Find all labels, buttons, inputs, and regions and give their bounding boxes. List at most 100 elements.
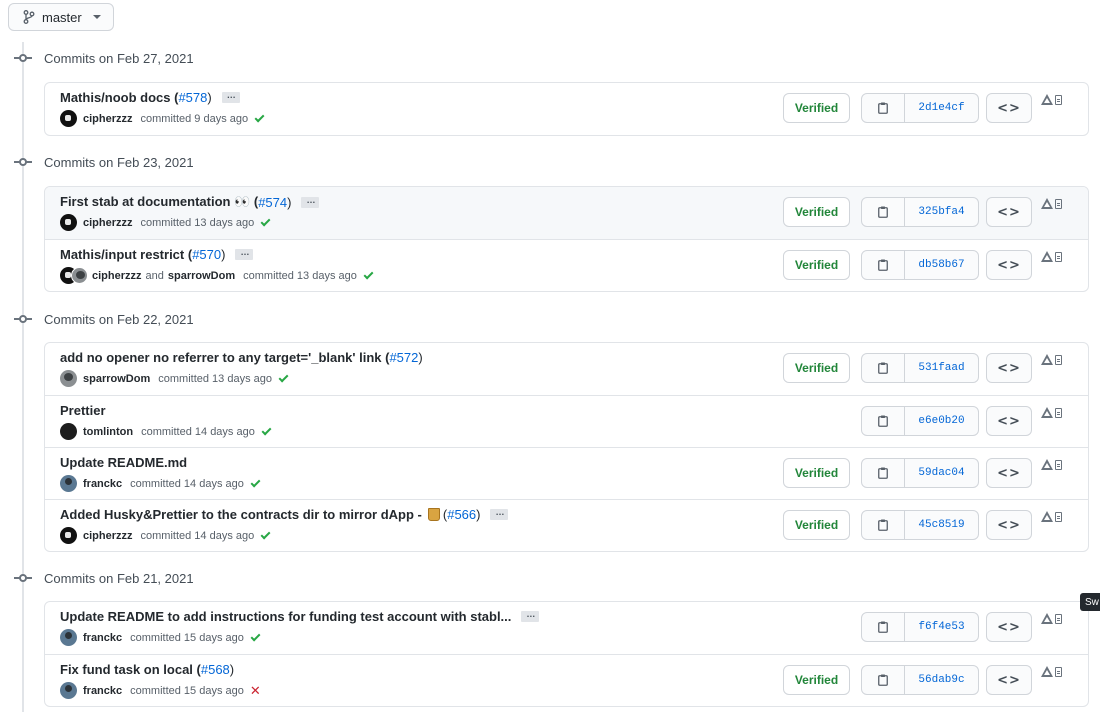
avatar[interactable]	[60, 110, 77, 127]
commit-author-link[interactable]: cipherzzz	[92, 270, 142, 282]
copy-sha-button[interactable]	[862, 407, 905, 435]
copy-sha-button[interactable]	[862, 666, 905, 694]
extension-icons[interactable]	[1041, 94, 1062, 105]
avatar[interactable]	[60, 527, 77, 544]
verified-badge[interactable]: Verified	[783, 250, 850, 280]
copy-sha-button[interactable]	[862, 613, 905, 641]
commit-author-link[interactable]: cipherzzz	[83, 113, 133, 125]
commit-message: Update README to add instructions for fu…	[60, 609, 540, 624]
browse-repo-button[interactable]: <>	[986, 510, 1032, 540]
verified-badge[interactable]: Verified	[783, 665, 850, 695]
commit-sha-link[interactable]: 56dab9c	[905, 666, 978, 694]
commit-author-link[interactable]: cipherzzz	[83, 530, 133, 542]
verified-badge[interactable]: Verified	[783, 93, 850, 123]
expand-message-button[interactable]: …	[301, 195, 320, 208]
commit-row: Mathis/input restrict (#570) … cipherzzz an…	[45, 239, 1088, 291]
verified-badge[interactable]: Verified	[783, 197, 850, 227]
copy-sha-button[interactable]	[862, 198, 905, 226]
commit-sha-link[interactable]: f6f4e53	[905, 613, 978, 641]
commit-author-link[interactable]: franckc	[83, 632, 122, 644]
pull-request-link[interactable]: #574	[258, 195, 287, 210]
extension-icons[interactable]	[1041, 354, 1062, 365]
pull-request-link[interactable]: #566	[447, 507, 476, 522]
commit-group-title: Commits on Feb 22, 2021	[44, 311, 194, 327]
commit-sha-link[interactable]: e6e0b20	[905, 407, 978, 435]
commit-title-link[interactable]: Mathis/noob docs (	[60, 90, 178, 105]
extension-icons[interactable]	[1041, 613, 1062, 624]
browse-repo-button[interactable]: <>	[986, 406, 1032, 436]
extension-icons[interactable]	[1041, 511, 1062, 522]
browse-repo-button[interactable]: <>	[986, 353, 1032, 383]
commit-title-link[interactable]: Prettier	[60, 403, 106, 418]
check-icon[interactable]	[260, 216, 271, 226]
commit-title-link[interactable]: First stab at documentation 👀 (	[60, 194, 258, 210]
extension-icons[interactable]	[1041, 198, 1062, 209]
browse-repo-button[interactable]: <>	[986, 197, 1032, 227]
timeline-line	[22, 42, 24, 712]
browse-repo-button[interactable]: <>	[986, 93, 1032, 123]
avatar[interactable]	[71, 267, 88, 284]
pull-request-link[interactable]: #572	[389, 350, 418, 365]
browse-repo-button[interactable]: <>	[986, 612, 1032, 642]
extension-icons[interactable]	[1041, 251, 1062, 262]
commit-author-link[interactable]: cipherzzz	[83, 217, 133, 229]
copy-sha-button[interactable]	[862, 251, 905, 279]
avatar[interactable]	[60, 423, 77, 440]
check-icon[interactable]	[250, 477, 261, 487]
browse-repo-button[interactable]: <>	[986, 665, 1032, 695]
check-icon[interactable]	[254, 112, 265, 122]
commit-title-link[interactable]: Update README.md	[60, 455, 187, 470]
pull-request-link[interactable]: #578	[178, 90, 207, 105]
commit-title-link[interactable]: Update README to add instructions for fu…	[60, 609, 511, 624]
extension-icons[interactable]	[1041, 407, 1062, 418]
extension-icons[interactable]	[1041, 666, 1062, 677]
check-icon[interactable]	[363, 269, 374, 279]
expand-message-button[interactable]: …	[521, 610, 540, 622]
check-icon[interactable]	[278, 372, 289, 382]
commit-title-link[interactable]: Mathis/input restrict (	[60, 247, 192, 262]
avatar[interactable]	[60, 214, 77, 231]
pull-request-link[interactable]: #568	[201, 662, 230, 677]
commit-sha-link[interactable]: 45c8519	[905, 511, 978, 539]
verified-badge[interactable]: Verified	[783, 458, 850, 488]
copy-sha-button[interactable]	[862, 354, 905, 382]
commit-author-link[interactable]: sparrowDom	[168, 270, 235, 282]
expand-message-button[interactable]: …	[490, 508, 509, 520]
commit-message: Added Husky&Prettier to the contracts di…	[60, 507, 509, 522]
commit-sha-link[interactable]: 59dac04	[905, 459, 978, 487]
check-icon[interactable]	[260, 529, 271, 539]
commit-title-link[interactable]: add no opener no referrer to any target=…	[60, 350, 389, 365]
verified-badge[interactable]: Verified	[783, 353, 850, 383]
branch-select-button[interactable]: master	[8, 3, 114, 31]
pr-close-paren: )	[476, 507, 481, 522]
commit-title-link[interactable]: Fix fund task on local (	[60, 662, 201, 677]
browse-repo-button[interactable]: <>	[986, 250, 1032, 280]
copy-sha-button[interactable]	[862, 511, 905, 539]
clipboard-icon	[878, 206, 888, 218]
avatar[interactable]	[60, 629, 77, 646]
copy-sha-button[interactable]	[862, 94, 905, 122]
copy-sha-button[interactable]	[862, 459, 905, 487]
commit-author-link[interactable]: franckc	[83, 478, 122, 490]
pull-request-link[interactable]: #570	[192, 247, 221, 262]
commit-sha-link[interactable]: 531faad	[905, 354, 978, 382]
commit-sha-link[interactable]: db58b67	[905, 251, 978, 279]
avatar-stack[interactable]	[60, 267, 88, 284]
commit-title-link[interactable]: Added Husky&Prettier to the contracts di…	[60, 507, 422, 522]
commit-author-link[interactable]: tomlinton	[83, 426, 133, 438]
commit-sha-link[interactable]: 325bfa4	[905, 198, 978, 226]
verified-badge[interactable]: Verified	[783, 510, 850, 540]
commit-author-link[interactable]: franckc	[83, 685, 122, 697]
check-icon[interactable]	[261, 425, 272, 435]
avatar[interactable]	[60, 682, 77, 699]
avatar[interactable]	[60, 370, 77, 387]
check-icon[interactable]	[250, 631, 261, 641]
expand-message-button[interactable]: …	[235, 248, 254, 260]
browse-repo-button[interactable]: <>	[986, 458, 1032, 488]
extension-icons[interactable]	[1041, 459, 1062, 470]
avatar[interactable]	[60, 475, 77, 492]
commit-sha-link[interactable]: 2d1e4cf	[905, 94, 978, 122]
commit-author-link[interactable]: sparrowDom	[83, 373, 150, 385]
expand-message-button[interactable]: …	[221, 91, 240, 103]
x-icon[interactable]: ✕	[250, 684, 261, 697]
